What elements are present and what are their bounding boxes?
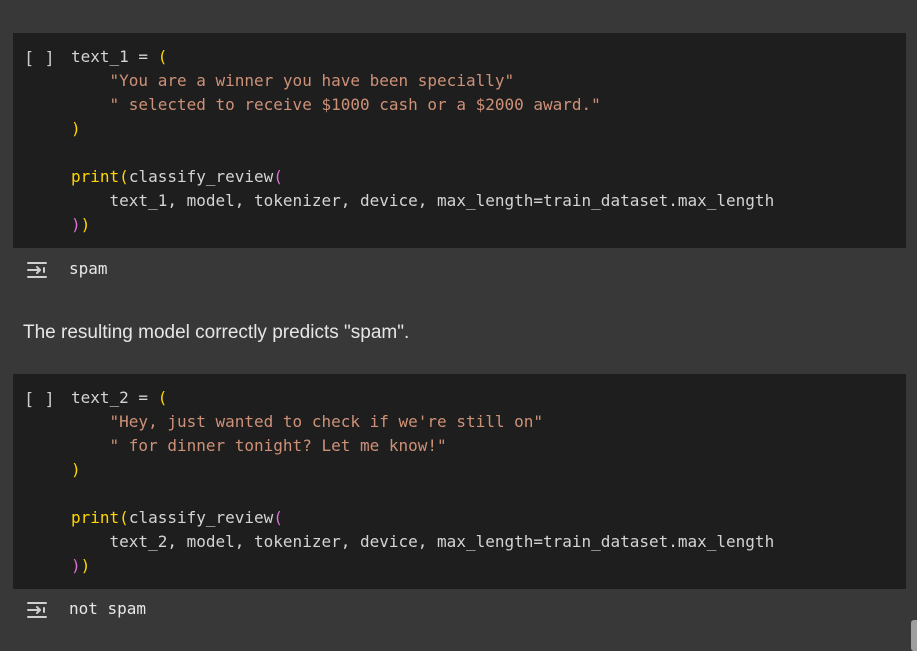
code-token: text_2, model, tokenizer, device, max_le…	[71, 532, 775, 551]
output-text: spam	[69, 259, 108, 278]
code-paren: (	[119, 167, 129, 186]
code-cell-2[interactable]: [ ] text_2 = ( "Hey, just wanted to chec…	[13, 374, 906, 589]
code-paren: )	[71, 460, 81, 479]
code-paren: )	[71, 556, 81, 575]
code-string: "Hey, just wanted to check if we're stil…	[71, 412, 544, 431]
code-token: print	[71, 167, 120, 186]
code-token: print	[71, 508, 120, 527]
code-cell-1[interactable]: [ ] text_1 = ( "You are a winner you hav…	[13, 33, 906, 248]
code-token: text_2 =	[71, 388, 158, 407]
code-paren: (	[273, 508, 283, 527]
code-token: classify_review	[128, 508, 274, 527]
code-string: " selected to receive $1000 cash or a $2…	[71, 95, 601, 114]
code-paren: (	[157, 388, 168, 407]
code-editor[interactable]: text_2 = ( "Hey, just wanted to check if…	[71, 386, 774, 578]
markdown-text-cell[interactable]: The resulting model correctly predicts "…	[23, 320, 409, 346]
cell-output-2: not spam	[13, 590, 906, 630]
code-token: text_1 =	[71, 47, 158, 66]
code-paren: (	[273, 167, 283, 186]
output-arrow-icon[interactable]	[25, 598, 49, 622]
previous-cell-cutoff	[40, 0, 640, 4]
cell-output-1: spam	[13, 250, 906, 290]
code-editor[interactable]: text_1 = ( "You are a winner you have be…	[71, 45, 774, 237]
code-paren: )	[71, 119, 81, 138]
code-string: "You are a winner you have been speciall…	[71, 71, 515, 90]
code-paren: (	[157, 47, 168, 66]
code-token: text_1, model, tokenizer, device, max_le…	[71, 191, 775, 210]
code-paren: )	[80, 556, 91, 575]
code-paren: )	[71, 215, 81, 234]
output-text: not spam	[69, 599, 147, 618]
code-paren: )	[80, 215, 91, 234]
code-paren: (	[119, 508, 129, 527]
code-token: classify_review	[128, 167, 274, 186]
output-arrow-icon[interactable]	[25, 258, 49, 282]
scrollbar-thumb[interactable]	[911, 620, 917, 651]
run-cell-button[interactable]: [ ]	[24, 47, 55, 71]
run-cell-button[interactable]: [ ]	[24, 388, 55, 412]
code-string: " for dinner tonight? Let me know!"	[71, 436, 447, 455]
